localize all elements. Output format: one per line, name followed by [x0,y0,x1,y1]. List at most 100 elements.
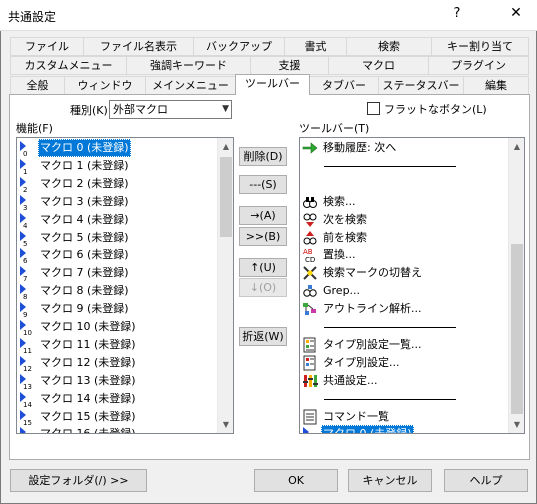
kind-select[interactable]: 外部マクロ ▼ [109,100,232,119]
macro-icon: 10 [19,318,35,337]
scroll-down-icon[interactable]: ▼ [509,416,524,433]
clear-mark-icon [302,264,318,282]
wrap-button[interactable]: 折返(W) [239,327,287,346]
close-icon[interactable]: ✕ [506,5,526,21]
toolbar-list-item-label: マクロ 0 (未登録) [321,425,414,433]
function-list-item-label: マクロ 4 (未登録) [40,212,129,226]
macro-icon: 12 [19,354,35,373]
insert-button[interactable]: >>(B) [239,227,287,246]
function-list-item-label: マクロ 11 (未登録) [40,337,136,351]
tab-edit[interactable]: 編集 [463,76,529,95]
function-list-item-label: マクロ 10 (未登録) [40,320,136,333]
tab-support[interactable]: 支援 [250,56,329,75]
move-up-button[interactable]: ↑(U) [239,258,287,277]
toolbar-list[interactable]: 移動履歴: 次へ 検索... 次を検索 前を検索 AB CD 置換... 検索マークの切替え G… [299,137,525,434]
toolbar-list-item-label: 次を検索 [323,212,367,226]
tab-window[interactable]: ウィンドウ [64,76,146,95]
title-bar: 共通設定 ? ✕ [0,0,537,31]
window-title: 共通設定 [8,10,57,24]
function-list-item-label: マクロ 16 (未登録) [40,427,136,434]
macro-icon: 0 [302,425,318,433]
separator-button[interactable]: ---(S) [239,175,287,194]
tab-toolbar[interactable]: ツールバー [235,74,310,95]
settings-folder-button[interactable]: 設定フォルダ(/) >> [10,469,147,492]
macro-icon: 13 [19,372,35,391]
type-list-icon [302,336,318,354]
toolbar-list-item-label: 移動履歴: 次へ [323,141,397,154]
cancel-button[interactable]: キャンセル [348,469,432,492]
tab-plugin[interactable]: プラグイン [428,56,529,75]
toolbar-list-scrollbar[interactable]: ▲ ▼ [508,138,524,433]
function-list-item-label: マクロ 2 (未登録) [40,176,129,190]
macro-icon: 1 [19,157,35,176]
delete-button[interactable]: 削除(D) [239,147,287,166]
scroll-up-icon[interactable]: ▲ [509,138,524,155]
macro-icon: 3 [19,193,35,212]
scroll-thumb[interactable] [511,244,523,414]
macro-icon: 8 [19,282,35,301]
search-down-icon [302,211,318,229]
function-list-item-label: マクロ 5 (未登録) [40,230,129,244]
toolbar-list-item-label: 共通設定... [323,373,378,387]
function-list-item-label: マクロ 12 (未登録) [40,355,136,369]
macro-icon: 2 [19,175,35,194]
scroll-thumb[interactable] [220,157,232,237]
macro-icon: 6 [19,246,35,265]
function-list-item-label: マクロ 7 (未登録) [40,266,129,280]
function-list-item-label: マクロ 6 (未登録) [40,248,129,262]
help-icon[interactable]: ? [447,6,467,21]
tab-statusbar[interactable]: ステータスバー [378,76,464,95]
macro-icon: 5 [19,229,35,248]
svg-text:CD: CD [305,256,315,264]
function-list-item-label: マクロ 3 (未登録) [40,194,129,208]
add-button[interactable]: →(A) [239,206,287,225]
tab-backup[interactable]: バックアップ [193,37,285,56]
move-down-button[interactable]: ↓(O) [239,278,287,297]
macro-icon: 16 [19,425,35,433]
tab-custom-menu[interactable]: カスタムメニュー [10,56,127,75]
tab-macro[interactable]: マクロ [328,56,429,75]
function-list-item-label: マクロ 8 (未登録) [40,284,129,298]
flat-buttons-label[interactable]: フラットなボタン(L) [384,101,487,117]
toolbar-list-item-label: 検索マークの切替え [323,266,422,280]
outline-icon [302,300,318,318]
toolbar-list-item-label: 前を検索 [323,230,367,244]
tab-main-menu[interactable]: メインメニュー [145,76,236,95]
help-button[interactable]: ヘルプ [444,469,528,492]
type-settings-icon [302,354,318,372]
toolbar-list-item-label: Grep... [323,284,361,298]
macro-icon: 15 [19,408,35,427]
command-list-icon [302,408,318,426]
tab-key-assign[interactable]: キー割り当て [431,37,529,56]
kind-label: 種別(K) [70,104,108,117]
macro-icon: 0 [19,139,35,158]
tab-filename-display[interactable]: ファイル名表示 [83,37,194,56]
tab-tabbar[interactable]: タブバー [309,76,379,95]
tab-file[interactable]: ファイル [10,37,84,56]
tab-highlight-keyword[interactable]: 強調キーワード [126,56,251,75]
toolbar-separator[interactable] [324,165,456,167]
toolbar-label: ツールバー(T) [299,122,370,135]
tab-general[interactable]: 全般 [10,76,65,95]
scroll-up-icon[interactable]: ▲ [218,138,233,155]
flat-buttons-checkbox[interactable] [367,102,380,115]
macro-icon: 11 [19,336,35,355]
binoculars-icon [302,193,318,211]
toolbar-list-item-label: コマンド一覧 [323,409,389,423]
scroll-down-icon[interactable]: ▼ [218,416,233,433]
toolbar-separator[interactable] [324,398,456,400]
function-list-scrollbar[interactable]: ▲ ▼ [217,138,233,433]
green-arrow-icon [302,139,318,157]
chevron-down-icon: ▼ [222,104,229,114]
tab-search[interactable]: 検索 [346,37,432,56]
toolbar-separator[interactable] [324,327,456,328]
ok-button[interactable]: OK [254,469,338,492]
tab-format[interactable]: 書式 [284,37,347,56]
toolbar-list-item-label: タイプ別設定一覧... [323,337,422,351]
function-list-item-label: マクロ 15 (未登録) [40,409,136,423]
function-list[interactable]: 0 マクロ 0 (未登録) 1 マクロ 1 (未登録) 2 マクロ 2 (未登録) 3 マクロ… [16,137,234,434]
kind-select-value: 外部マクロ [113,103,168,116]
grep-icon [302,282,318,300]
macro-icon: 9 [19,300,35,319]
toolbar-settings-panel: 種別(K) 外部マクロ ▼ フラットなボタン(L) 機能(F) ツールバー(T)… [9,94,530,460]
